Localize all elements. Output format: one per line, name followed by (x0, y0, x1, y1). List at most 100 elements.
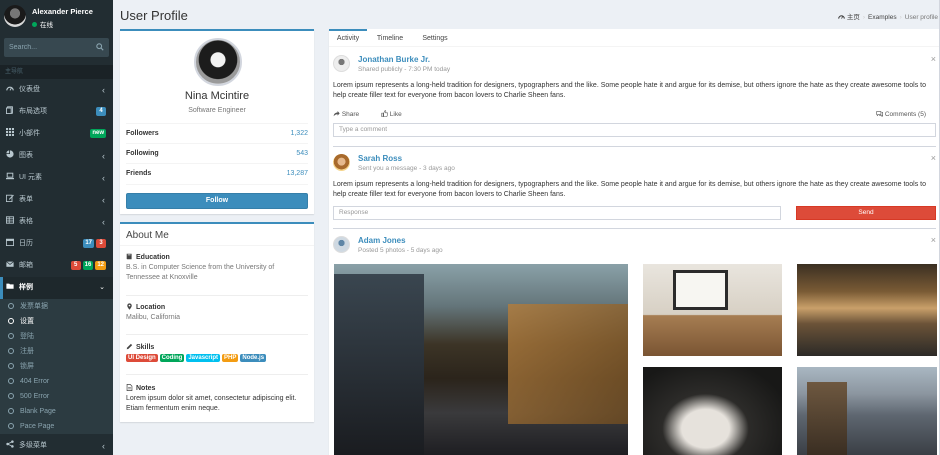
chevron-left-icon: ‹ (102, 151, 105, 161)
sidebar-subitem-label: 404 Error (20, 378, 50, 385)
share-label: Share (341, 111, 360, 118)
location-title: Location (136, 304, 166, 311)
post-author[interactable]: Jonathan Burke Jr. (358, 55, 430, 64)
photo-venice[interactable] (797, 367, 937, 455)
sidebar-item-charts[interactable]: 图表 ‹ (0, 145, 113, 167)
stat-value[interactable]: 1,322 (290, 124, 308, 144)
photo-facade (807, 382, 847, 455)
about-location: Location Malibu, California (126, 303, 308, 323)
like-link[interactable]: Like (381, 110, 412, 118)
chevron-left-icon: ‹ (102, 173, 105, 183)
pie-chart-icon (6, 150, 14, 158)
divider (126, 295, 308, 296)
follow-button[interactable]: Follow (126, 193, 308, 209)
sidebar-item-ui-elements[interactable]: UI 元素 ‹ (0, 167, 113, 189)
stat-value[interactable]: 543 (296, 144, 308, 164)
share-link[interactable]: Share (333, 111, 369, 118)
sidebar-item-calendar[interactable]: 日历 17 3 (0, 233, 113, 255)
section-title: Notes (126, 384, 308, 392)
sidebar-item-mailbox[interactable]: 邮箱 5 16 12 (0, 255, 113, 277)
profile-image (194, 38, 242, 86)
sidebar-item-label: UI 元素 (19, 174, 42, 181)
photo-canal[interactable] (797, 264, 937, 356)
sidebar-item-widgets[interactable]: 小部件 new (0, 123, 113, 145)
chevron-left-icon: ‹ (102, 441, 105, 451)
stat-value[interactable]: 13,287 (287, 164, 308, 184)
about-skills: Skills UI Design Coding Javascript PHP N… (126, 343, 308, 362)
th-icon (6, 128, 14, 136)
divider (333, 146, 936, 147)
share-icon (333, 111, 340, 117)
breadcrumb-current: User profile (904, 14, 938, 21)
post-text: Lorem ipsum represents a long-held tradi… (333, 82, 927, 99)
send-button[interactable]: Send (796, 206, 936, 220)
files-icon (6, 106, 13, 114)
close-icon[interactable]: × (931, 235, 936, 245)
sidebar-subitem-register[interactable]: 注册 (0, 344, 113, 359)
post-description: Sent you a message - 3 days ago (358, 165, 455, 172)
stat-row: Friends 13,287 (126, 164, 308, 185)
close-icon[interactable]: × (931, 153, 936, 163)
sidebar-subitem-label: 注册 (20, 348, 34, 355)
breadcrumb-home[interactable]: 主页 (847, 14, 860, 21)
section-title: Education (126, 253, 308, 261)
sidebar-subitem-invoice[interactable]: 发票单据 (0, 299, 113, 314)
sidebar-item-label: 日历 (19, 240, 33, 247)
thumbs-up-icon (381, 110, 389, 117)
sidebar-subitem-label: 500 Error (20, 393, 50, 400)
book-icon (126, 253, 132, 260)
sidebar-item-examples[interactable]: 样例 ⌄ (0, 277, 113, 299)
sidebar-item-forms[interactable]: 表单 ‹ (0, 189, 113, 211)
chevron-down-icon: ⌄ (99, 284, 105, 291)
section-title: Skills (126, 343, 308, 351)
circle-icon (8, 348, 14, 354)
chevron-left-icon: ‹ (102, 195, 105, 205)
notes-text: Lorem ipsum dolor sit amet, consectetur … (126, 395, 297, 412)
sidebar-subitem-lockscreen[interactable]: 锁屏 (0, 359, 113, 374)
search-input[interactable] (4, 38, 109, 57)
circle-icon (8, 408, 14, 414)
pencil-icon (126, 343, 133, 350)
post-actions: Share Like Comments (5) (333, 110, 936, 118)
response-input[interactable]: Response (333, 206, 781, 220)
post-author[interactable]: Adam Jones (358, 236, 406, 245)
comment-input[interactable]: Type a comment (333, 123, 936, 137)
about-box: About Me Education B.S. in Computer Scie… (120, 222, 314, 422)
comments-link[interactable]: Comments (5) (876, 110, 936, 118)
sidebar-subitem-settings[interactable]: 设置 (0, 314, 113, 329)
location-text: Malibu, California (126, 314, 181, 321)
photo-dining-room[interactable] (643, 264, 782, 356)
sidebar-subitem-pace[interactable]: Pace Page (0, 419, 113, 434)
photo-woman-reading[interactable] (643, 367, 782, 455)
sidebar-subitem-blank[interactable]: Blank Page (0, 404, 113, 419)
tab-activity[interactable]: Activity (329, 29, 367, 47)
sidebar-subitem-404[interactable]: 404 Error (0, 374, 113, 389)
table-icon (6, 216, 14, 224)
badge: 4 (96, 107, 106, 116)
profile-name: Nina Mcintire (184, 90, 250, 102)
about-education: Education B.S. in Computer Science from … (126, 253, 308, 282)
sidebar-item-dashboard[interactable]: 仪表盘 ‹ (0, 79, 113, 101)
search-icon[interactable] (96, 43, 104, 51)
tab-timeline[interactable]: Timeline (370, 29, 410, 47)
breadcrumb-examples[interactable]: Examples (868, 14, 897, 21)
post-author[interactable]: Sarah Ross (358, 154, 402, 163)
sidebar-item-tables[interactable]: 表格 ‹ (0, 211, 113, 233)
sidebar-item-multilevel[interactable]: 多级菜单 ‹ (0, 437, 113, 455)
user-avatar[interactable] (4, 5, 26, 27)
sidebar-subitem-500[interactable]: 500 Error (0, 389, 113, 404)
user-status: 在线 (32, 19, 53, 29)
sidebar-subitem-login[interactable]: 登陆 (0, 329, 113, 344)
chevron-left-icon: ‹ (102, 217, 105, 227)
post-sarah: Sarah Ross Sent you a message - 3 days a… (333, 153, 936, 224)
skill-label: UI Design (126, 354, 158, 362)
tab-settings[interactable]: Settings (415, 29, 455, 47)
photo-large-street[interactable] (334, 264, 628, 455)
sidebar-item-layout[interactable]: 布局选项 4 (0, 101, 113, 123)
about-notes: Notes Lorem ipsum dolor sit amet, consec… (126, 384, 308, 413)
photo-building-right (508, 304, 628, 424)
close-icon[interactable]: × (931, 54, 936, 64)
user-status-text: 在线 (40, 22, 53, 29)
sidebar-search (4, 38, 109, 57)
file-text-icon (126, 384, 133, 391)
